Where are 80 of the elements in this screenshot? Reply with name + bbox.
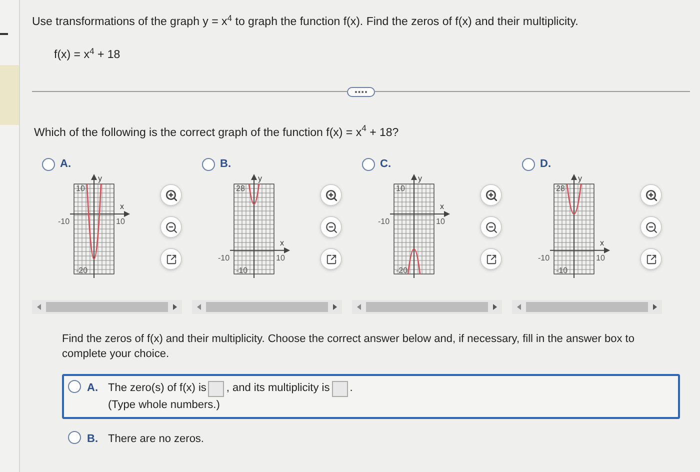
tick-label: -10: [556, 266, 568, 276]
axis-label: x: [600, 238, 604, 248]
zoom-out-icon[interactable]: [480, 216, 502, 238]
question-text: Which of the following is the correct graph of the function f(x) = x$^{4}$ + 18?: [34, 124, 400, 140]
more-button[interactable]: [347, 86, 375, 96]
tick-label: 28: [236, 184, 245, 194]
radio-button[interactable]: [362, 158, 375, 170]
scroll-left-icon[interactable]: [517, 304, 521, 310]
x-axis: [550, 248, 610, 254]
answer-text: The zero(s) of f(x) is: [108, 381, 206, 396]
tick-label: 10: [396, 184, 405, 194]
answer-text: .: [350, 381, 353, 396]
tick-label: -20: [76, 266, 88, 276]
scrollbar[interactable]: [352, 300, 502, 314]
axis-label: y: [258, 174, 262, 184]
external-link-icon[interactable]: [160, 248, 182, 270]
zoom-out-icon[interactable]: [160, 216, 182, 238]
option-label: C.: [380, 156, 391, 172]
axis-label: y: [418, 174, 422, 184]
radio-button[interactable]: [202, 158, 215, 170]
zoom-in-icon[interactable]: [160, 184, 182, 206]
tick-label: 10: [116, 217, 125, 226]
axis-label: x: [120, 202, 124, 212]
axis-label: y: [98, 174, 102, 184]
zoom-in-icon[interactable]: [480, 184, 502, 206]
scrollbar[interactable]: [512, 300, 662, 314]
axis-label: x: [280, 238, 284, 248]
scroll-right-icon[interactable]: [173, 304, 177, 310]
tick-label: -10: [236, 266, 248, 276]
x-axis: [230, 248, 290, 254]
question-text: Find the zeros of f(x) and their multiplicity. Choose the correct answer below and, if necessary, fill in the answer box to complete your choice.: [62, 332, 636, 362]
function-formula: f(x) = x$^{4}$ + 18: [54, 47, 122, 64]
external-link-icon[interactable]: [640, 248, 662, 270]
x-axis: [390, 211, 450, 218]
answer-text: , and its multiplicity is: [226, 381, 330, 396]
scroll-left-icon[interactable]: [37, 304, 41, 310]
tick-label: -20: [396, 266, 408, 276]
radio-button[interactable]: [68, 431, 81, 444]
tick-label: 10: [276, 254, 285, 263]
option-label: D.: [540, 156, 551, 172]
scroll-left-icon[interactable]: [357, 304, 361, 310]
zoom-in-icon[interactable]: [320, 184, 342, 206]
tick-label: -10: [378, 217, 390, 226]
tick-label: 10: [596, 254, 605, 263]
external-link-icon[interactable]: [320, 248, 342, 270]
option-label: A.: [60, 156, 71, 172]
question-text: Use transformations of the graph y = x$^{4}$ to graph the function f(x). Find the zeros of f(x) and their multiplicity.: [32, 14, 580, 30]
curve: [407, 249, 421, 274]
scrollbar[interactable]: [192, 300, 342, 314]
answer-option[interactable]: A. The zero(s) of f(x) is , and its multiplicity is . (Type whole numbers.): [62, 374, 680, 420]
tick-label: -10: [538, 254, 550, 263]
tick-label: 10: [76, 184, 85, 194]
option-label: B.: [87, 432, 98, 448]
axis-label: x: [440, 202, 444, 212]
axis-label: y: [578, 174, 582, 184]
radio-button[interactable]: [68, 380, 81, 394]
sidebar-marker: [0, 65, 19, 125]
answer-option[interactable]: B. There are no zeros.: [62, 425, 680, 454]
option-label: A.: [87, 381, 98, 396]
zoom-out-icon[interactable]: [640, 216, 662, 238]
scroll-left-icon[interactable]: [197, 304, 201, 310]
scroll-right-icon[interactable]: [493, 304, 497, 310]
tick-label: -10: [218, 254, 230, 263]
scroll-right-icon[interactable]: [653, 304, 657, 310]
scroll-right-icon[interactable]: [333, 304, 337, 310]
external-link-icon[interactable]: [480, 248, 502, 270]
x-axis: [70, 211, 130, 218]
radio-button[interactable]: [522, 158, 535, 170]
option-label: B.: [220, 156, 231, 172]
hint-text: (Type whole numbers.): [108, 398, 221, 413]
scrollbar[interactable]: [32, 300, 182, 314]
zoom-in-icon[interactable]: [640, 184, 662, 206]
curve: [248, 184, 260, 205]
curve: [566, 184, 582, 215]
tick-label: 28: [556, 184, 565, 194]
radio-button[interactable]: [42, 158, 55, 170]
tick-label: 10: [436, 217, 445, 226]
zoom-out-icon[interactable]: [320, 216, 342, 238]
tick-label: -10: [58, 217, 70, 226]
answer-text: There are no zeros.: [108, 432, 204, 448]
